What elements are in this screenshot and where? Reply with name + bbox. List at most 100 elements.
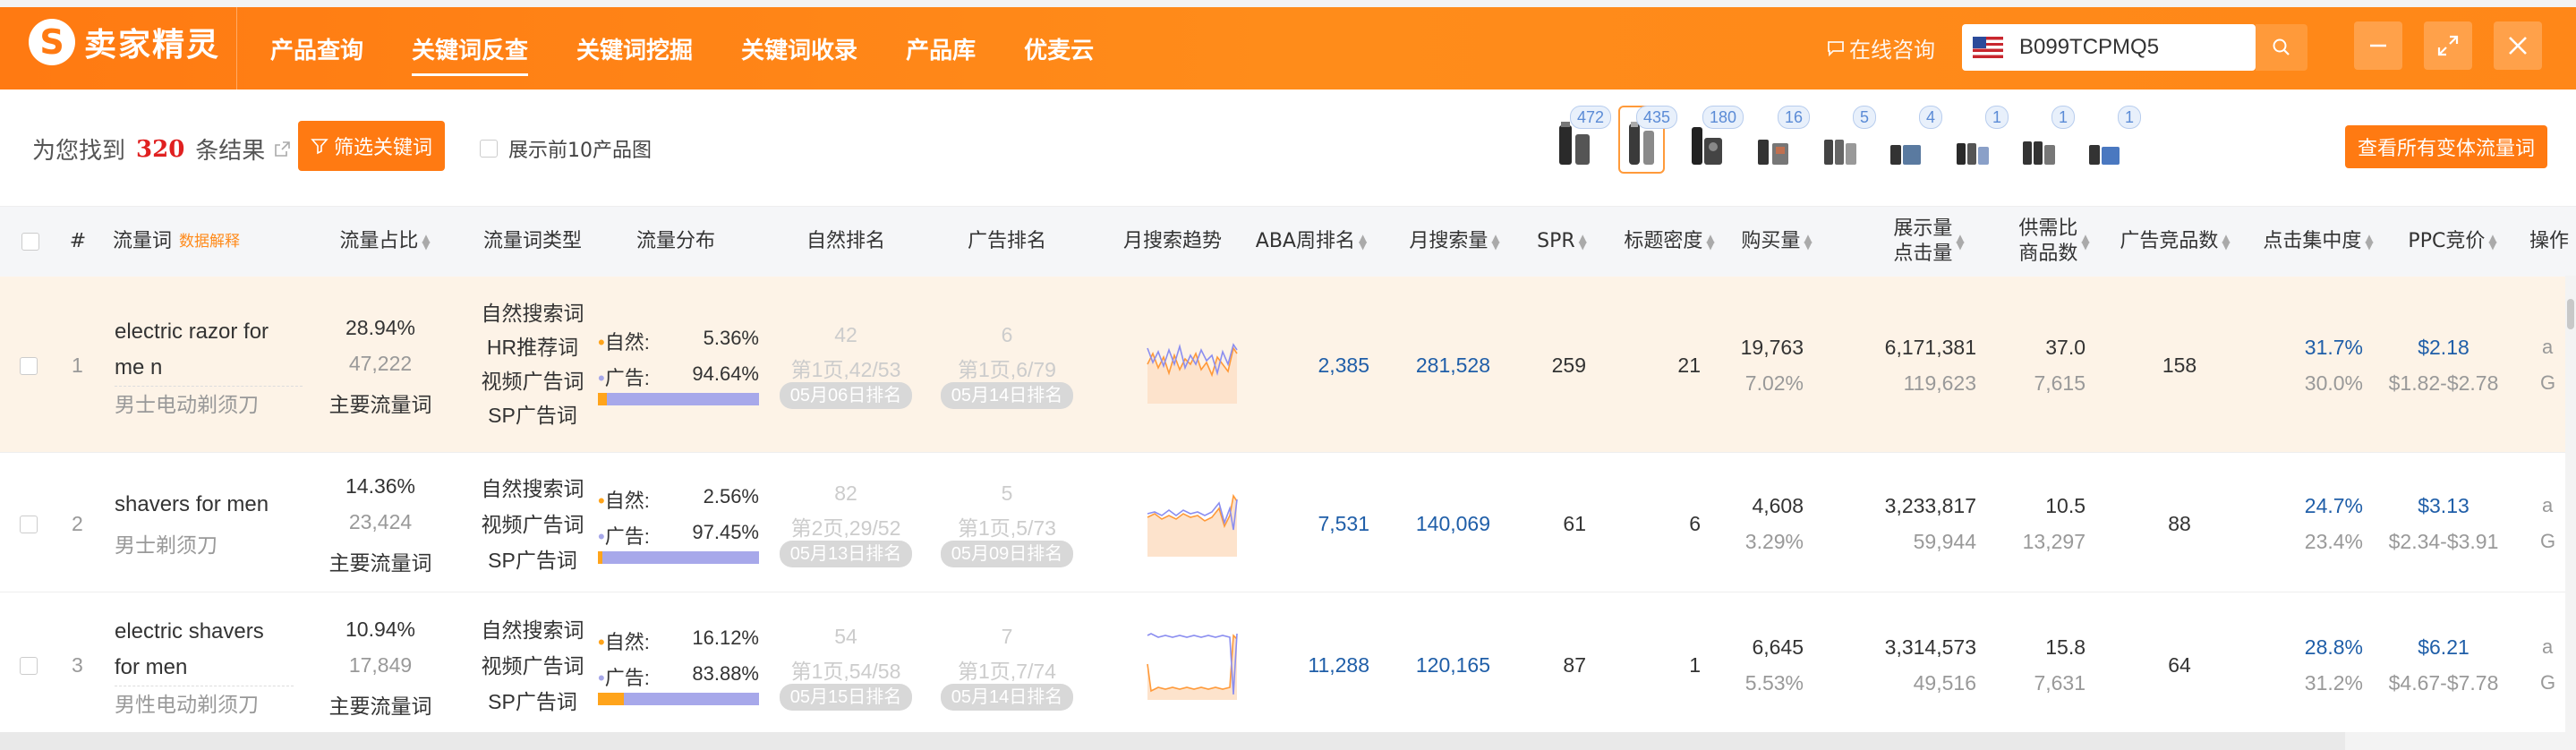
keyword-translation: 男士电动剃须刀 [115,393,259,416]
purchase-rate: 3.29% [1744,530,1804,553]
product-thumb[interactable]: 472 [1554,106,1611,172]
table-row[interactable]: 1 electric razor for me n 男士电动剃须刀 28.94%… [0,277,2576,453]
amazon-icon[interactable]: a [2542,635,2553,659]
col-monthly[interactable]: 月搜索量 ▲ ▼ [1392,207,1517,277]
filter-keywords-button[interactable]: 筛选关键词 [298,121,445,171]
col-ppc[interactable]: PPC竞价 ▲ ▼ [2394,207,2511,277]
us-flag-icon[interactable] [1973,37,2003,58]
ad-page: 第1页,6/79 [958,358,1056,381]
product-thumb[interactable]: 16 [1753,106,1810,172]
search-icon [2273,38,2290,55]
trend-sparkline[interactable] [1146,490,1239,557]
col-ad-competitors[interactable]: 广告竞品数 ▲ ▼ [2108,207,2242,277]
product-thumb[interactable]: 1 [2017,106,2075,172]
close-button[interactable] [2494,21,2542,70]
nav-youmai-cloud[interactable]: 优麦云 [1024,25,1094,72]
product-count: 7,631 [2034,671,2086,695]
top-strip [0,0,2576,7]
sort-icon[interactable]: ▲ ▼ [2222,233,2230,251]
data-explain-link[interactable]: 数据解释 [179,229,240,254]
sort-icon[interactable]: ▲ ▼ [1579,233,1587,251]
google-icon[interactable]: G [2540,371,2555,395]
col-trend: 月搜索趋势 [1122,230,1222,252]
product-thumb[interactable]: 5 [1819,106,1876,172]
row-checkbox[interactable] [20,516,38,533]
aba-rank[interactable]: 7,531 [1271,512,1369,536]
table-row[interactable]: 3 electric shavers for men 男性电动剃须刀 10.94… [0,592,2576,733]
view-variant-keywords-button[interactable]: 查看所有变体流量词 [2345,125,2547,168]
logo[interactable]: S 卖家精灵 [29,16,220,68]
keyword-text[interactable]: electric shavers for men [115,614,294,686]
type-tag: 视频广告词 [481,654,584,678]
filter-keywords-label: 筛选关键词 [333,137,432,159]
product-thumb[interactable]: 180 [1686,106,1744,172]
col-aba[interactable]: ABA周排名 ▲ ▼ [1244,207,1378,277]
organic-page: 第1页,54/58 [790,660,901,683]
keyword-text[interactable]: electric razor for me n [115,314,303,387]
horizontal-scroll-thumb[interactable] [0,732,2345,750]
sort-icon[interactable]: ▲ ▼ [1706,233,1714,251]
table-row[interactable]: 2 shavers for men 男士剃须刀 14.36% 23,424 主要… [0,453,2576,592]
amazon-icon[interactable]: a [2542,494,2553,517]
aba-rank[interactable]: 2,385 [1271,354,1369,378]
row-checkbox[interactable] [20,657,38,675]
monthly-search[interactable]: 281,528 [1392,354,1490,378]
share-count: 23,424 [348,510,413,533]
google-icon[interactable]: G [2540,530,2555,553]
col-purchase[interactable]: 购买量 ▲ ▼ [1732,207,1821,277]
minimize-button[interactable] [2354,21,2402,70]
row-index: 3 [72,653,83,677]
aba-rank[interactable]: 11,288 [1271,653,1369,678]
sort-icon[interactable]: ▲ ▼ [1491,233,1499,251]
sort-icon[interactable]: ▲ ▼ [2365,233,2373,251]
nav-keyword-index[interactable]: 关键词收录 [741,25,857,72]
google-icon[interactable]: G [2540,671,2555,695]
ad-date: 05月09日排名 [940,541,1074,567]
show-top10-checkbox[interactable] [480,140,498,158]
nav-product-library[interactable]: 产品库 [906,25,976,72]
product-thumb[interactable]: 1 [2084,106,2141,172]
sort-icon[interactable]: ▲ ▼ [1359,233,1367,251]
ad-date-pill: 05月14日排名 [940,382,1074,409]
ad-date: 05月14日排名 [940,382,1074,409]
vertical-scroll-thumb[interactable] [2567,299,2574,329]
sort-icon[interactable]: ▲ ▼ [1804,233,1812,251]
col-supply[interactable]: 供需比 商品数 ▲ ▼ [2005,207,2103,277]
col-ad-rank: 广告排名 [967,230,1046,252]
search-button[interactable] [2256,24,2307,71]
asin-search-box [1962,24,2256,71]
sort-icon[interactable]: ▲ ▼ [422,233,430,251]
product-thumb-selected[interactable]: 435 [1618,106,1677,174]
col-click-conc[interactable]: 点击集中度 ▲ ▼ [2251,207,2385,277]
nav-product-query[interactable]: 产品查询 [270,25,363,72]
shaver-image-icon [2089,145,2120,165]
trend-sparkline[interactable] [1146,337,1239,404]
col-share[interactable]: 流量占比 ▲ ▼ [322,207,448,277]
share-pct: 10.94% [345,618,415,641]
header-divider [236,7,237,89]
asin-search-input[interactable] [2014,34,2236,61]
trend-sparkline[interactable] [1146,628,1239,700]
row-checkbox[interactable] [20,357,38,375]
nav-keyword-reverse[interactable]: 关键词反查 [412,25,529,76]
nav-keyword-mining[interactable]: 关键词挖掘 [576,25,693,72]
keyword-text[interactable]: shavers for men [115,492,303,517]
product-thumb[interactable]: 4 [1885,106,1942,172]
col-title-density[interactable]: 标题密度 ▲ ▼ [1611,207,1727,277]
select-all-checkbox[interactable] [21,233,39,251]
show-top10-toggle[interactable]: 展示前10产品图 [480,134,652,163]
sort-icon[interactable]: ▲ ▼ [2488,233,2496,251]
col-title-density-label: 标题密度 [1624,230,1703,252]
col-spr[interactable]: SPR ▲ ▼ [1522,207,1602,277]
share-icon[interactable] [272,140,292,159]
vertical-scrollbar[interactable] [2565,276,2576,732]
product-thumb[interactable]: 1 [1951,106,2009,172]
monthly-search[interactable]: 120,165 [1392,653,1490,678]
monthly-search[interactable]: 140,069 [1392,512,1490,536]
col-impressions[interactable]: 展示量 点击量 ▲ ▼ [1875,207,1983,277]
amazon-icon[interactable]: a [2542,336,2553,359]
sort-icon[interactable]: ▲ ▼ [1956,233,1964,251]
maximize-button[interactable] [2424,21,2472,70]
sort-icon[interactable]: ▲ ▼ [2081,233,2089,251]
online-consult[interactable]: 在线咨询 [1826,32,1935,64]
